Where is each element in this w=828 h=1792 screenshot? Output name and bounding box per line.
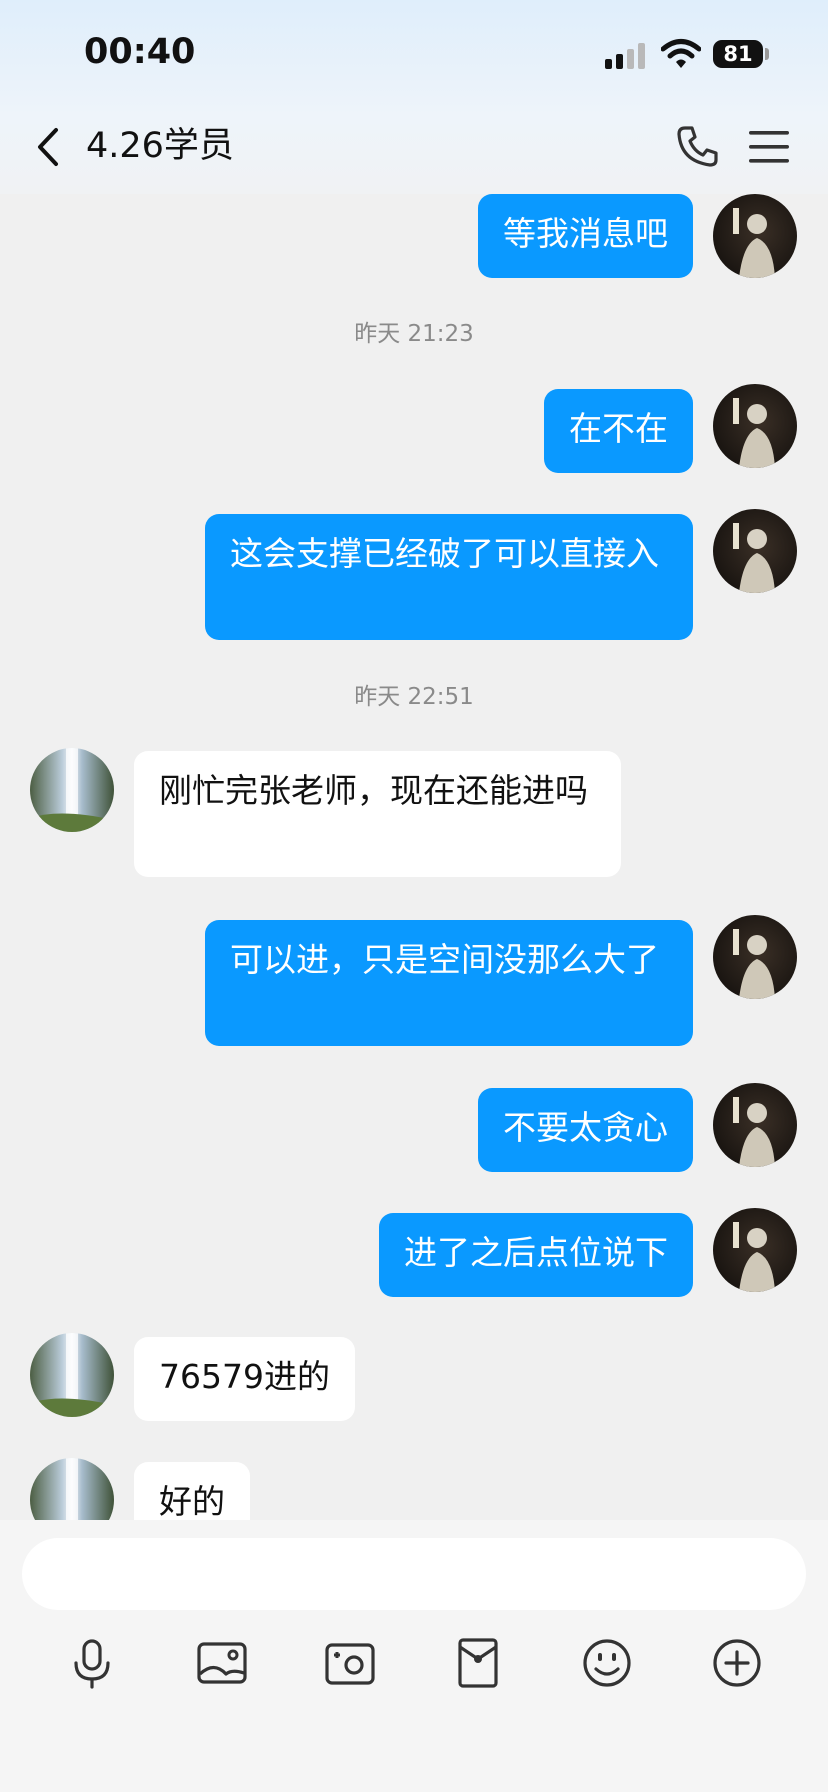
- cellular-signal-icon: [605, 43, 647, 69]
- chevron-left-icon: [38, 128, 58, 166]
- my-avatar[interactable]: [713, 1208, 797, 1292]
- message-list[interactable]: 等我消息吧 昨天 21:23 在不在 这会支撑已经破了可以直接入 昨天 22:5…: [0, 194, 828, 1520]
- contact-avatar[interactable]: [30, 748, 114, 832]
- phone-icon[interactable]: [676, 124, 720, 168]
- incoming-message-bubble[interactable]: 76579进的: [134, 1337, 355, 1421]
- status-time: 00:40: [84, 32, 196, 72]
- timestamp: 昨天 22:51: [354, 684, 474, 710]
- timestamp: 昨天 21:23: [354, 321, 474, 347]
- wifi-icon: [661, 39, 701, 68]
- outgoing-message-bubble[interactable]: 进了之后点位说下: [379, 1213, 693, 1297]
- my-avatar[interactable]: [713, 1083, 797, 1167]
- battery-cap: [765, 48, 769, 60]
- my-avatar[interactable]: [713, 915, 797, 999]
- contact-avatar[interactable]: [30, 1333, 114, 1417]
- message-input[interactable]: [22, 1538, 806, 1610]
- outgoing-message-bubble[interactable]: 这会支撑已经破了可以直接入: [205, 514, 693, 640]
- my-avatar[interactable]: [713, 509, 797, 593]
- red-packet-icon[interactable]: [448, 1633, 508, 1693]
- chat-title: 4.26学员: [86, 126, 234, 166]
- contact-avatar[interactable]: [30, 1458, 114, 1520]
- microphone-icon[interactable]: [62, 1633, 122, 1693]
- menu-icon[interactable]: [748, 128, 790, 166]
- outgoing-message-bubble[interactable]: 不要太贪心: [478, 1088, 693, 1172]
- battery-indicator: 81: [713, 40, 763, 68]
- plus-icon[interactable]: [707, 1633, 767, 1693]
- my-avatar[interactable]: [713, 194, 797, 278]
- back-button[interactable]: [28, 122, 68, 172]
- camera-icon[interactable]: [320, 1633, 380, 1693]
- outgoing-message-bubble[interactable]: 等我消息吧: [478, 194, 693, 278]
- outgoing-message-bubble[interactable]: 可以进，只是空间没那么大了: [205, 920, 693, 1046]
- top-bar: 00:40 81 4.26学员: [0, 0, 828, 194]
- home-indicator: [0, 1772, 828, 1792]
- emoji-icon[interactable]: [577, 1633, 637, 1693]
- incoming-message-bubble[interactable]: 好的: [134, 1462, 250, 1520]
- incoming-message-bubble[interactable]: 刚忙完张老师，现在还能进吗: [134, 751, 621, 877]
- outgoing-message-bubble[interactable]: 在不在: [544, 389, 693, 473]
- composer: [0, 1520, 828, 1792]
- image-icon[interactable]: [192, 1633, 252, 1693]
- my-avatar[interactable]: [713, 384, 797, 468]
